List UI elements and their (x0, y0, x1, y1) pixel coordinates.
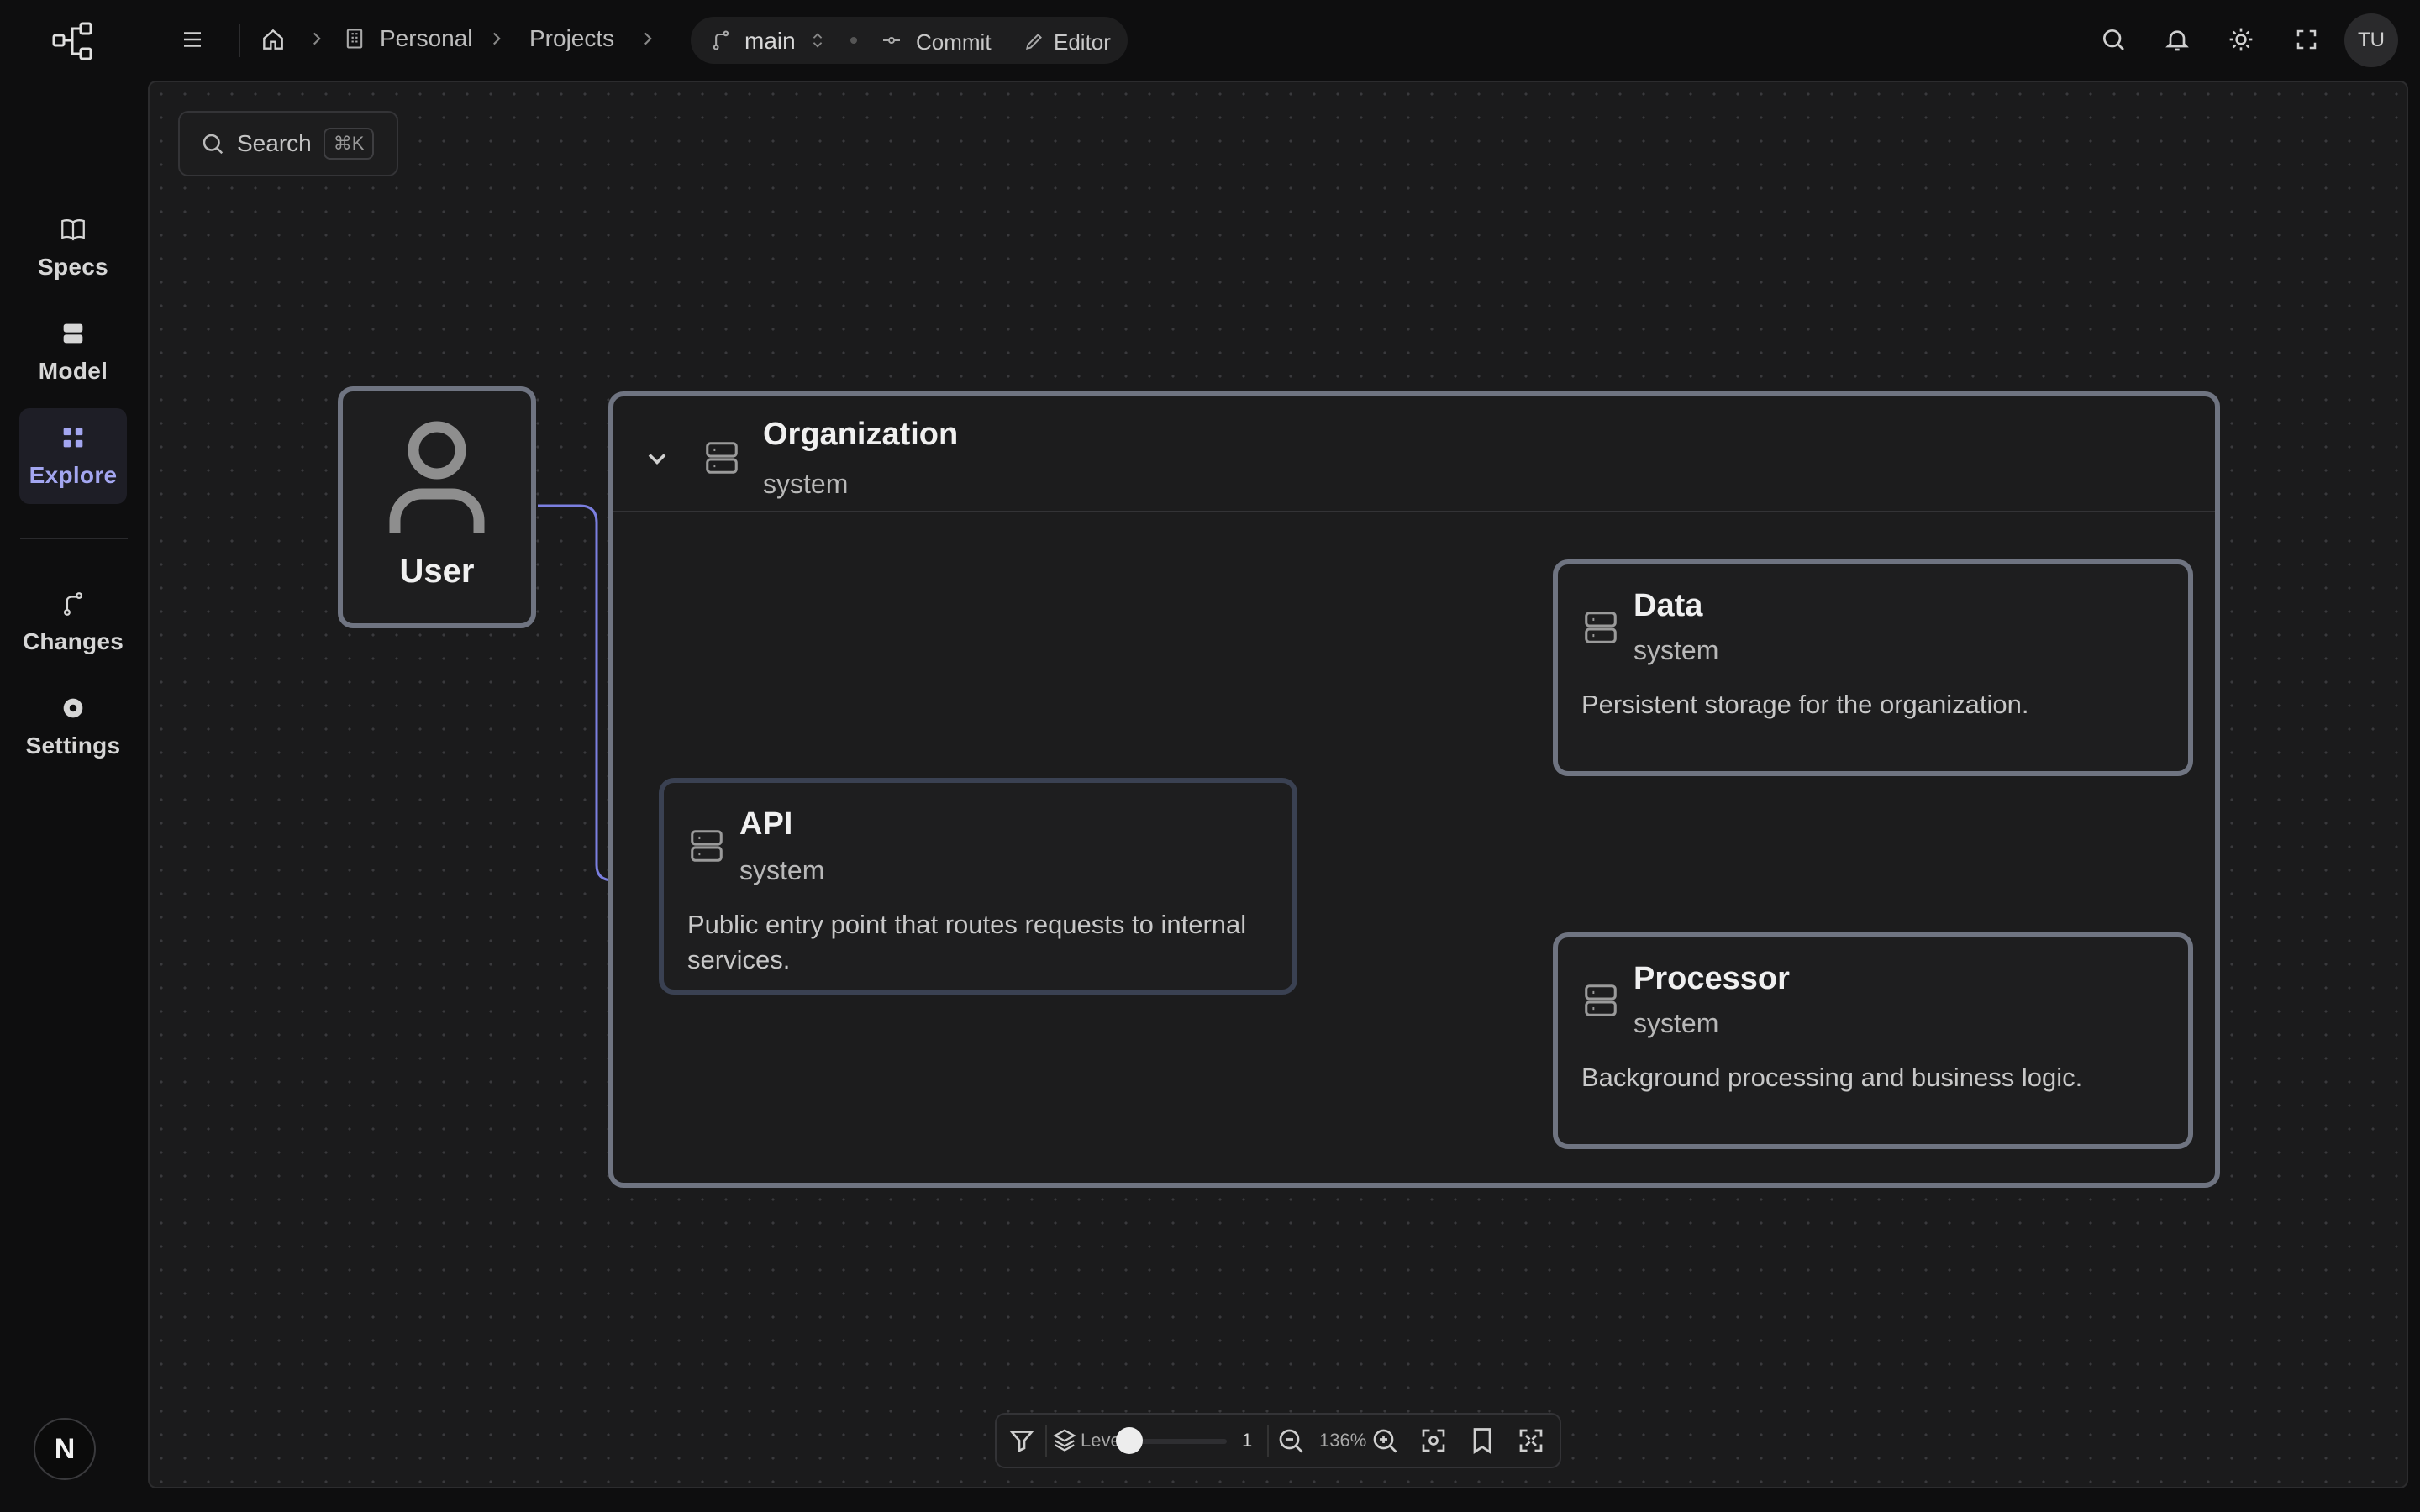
node-api[interactable]: API system Public entry point that route… (659, 778, 1297, 995)
zoom-out-icon[interactable] (1276, 1425, 1306, 1456)
node-kind: system (1634, 635, 1719, 665)
branch-selector[interactable]: main (744, 28, 796, 55)
database-icon (59, 319, 87, 348)
zoom-level: 136% (1319, 1430, 1367, 1451)
bookmark-icon[interactable] (1467, 1425, 1497, 1456)
topbar-divider (239, 24, 240, 57)
layers-icon (1052, 1427, 1077, 1452)
search-icon[interactable] (2089, 15, 2138, 64)
node-data[interactable]: Data system Persistent storage for the o… (1553, 559, 2193, 776)
git-branch-icon (59, 590, 87, 618)
building-icon (343, 27, 366, 50)
breadcrumb-personal[interactable]: Personal (380, 25, 473, 52)
app-logo-icon[interactable] (52, 22, 94, 60)
sidebar-item-label: Specs (38, 254, 108, 280)
node-processor[interactable]: Processor system Background processing a… (1553, 932, 2193, 1149)
bell-icon[interactable] (2153, 15, 2202, 64)
sidebar-item-label: Changes (22, 628, 124, 654)
chevron-right-icon (306, 28, 328, 50)
toolbar-divider (1267, 1425, 1269, 1457)
pencil-icon (1023, 30, 1045, 52)
fullscreen-icon[interactable] (2282, 15, 2331, 64)
chevron-right-icon (486, 28, 508, 50)
git-branch-icon (709, 29, 733, 52)
editor-button[interactable]: Editor (1054, 29, 1111, 55)
person-icon (387, 417, 487, 534)
sidebar-item-explore[interactable]: Explore (19, 408, 127, 504)
sidebar-divider (20, 538, 128, 539)
workspace-avatar[interactable]: N (34, 1418, 96, 1480)
node-title: Data (1634, 588, 1703, 623)
top-bar: Personal Projects (146, 0, 2420, 81)
commit-icon (881, 30, 902, 50)
sidebar-item-model[interactable]: Model (19, 304, 127, 400)
node-title: Processor (1634, 961, 1790, 996)
sidebar-item-label: Explore (29, 462, 118, 488)
container-header-divider (613, 511, 2215, 512)
node-description: Background processing and business logic… (1581, 1063, 2083, 1092)
node-title: Organization (763, 417, 959, 452)
diagram-canvas[interactable]: Search ⌘K User Organization system API s… (148, 81, 2408, 1488)
commit-button[interactable]: Commit (916, 29, 992, 55)
chevron-updown-icon[interactable] (808, 30, 827, 50)
sun-icon[interactable] (2217, 15, 2265, 64)
grid-icon (59, 423, 87, 452)
level-slider-handle[interactable] (1116, 1427, 1143, 1454)
node-description: Persistent storage for the organization. (1581, 690, 2029, 719)
server-icon (687, 827, 726, 865)
fit-view-icon[interactable] (1516, 1425, 1546, 1456)
focus-icon[interactable] (1418, 1425, 1449, 1456)
node-kind: system (763, 469, 849, 499)
node-title: API (739, 806, 793, 842)
sidebar: Specs Model Explore Changes Settings N (0, 0, 146, 1512)
node-user[interactable]: User (338, 386, 536, 628)
menu-icon[interactable] (168, 15, 217, 64)
filter-icon[interactable] (1007, 1425, 1037, 1456)
user-avatar[interactable]: TU (2344, 13, 2398, 67)
node-title: User (399, 553, 475, 590)
branch-bar: main Commit Editor (691, 17, 1128, 64)
sidebar-item-settings[interactable]: Settings (19, 679, 127, 774)
chevron-down-icon[interactable] (642, 444, 672, 474)
home-icon[interactable] (249, 15, 297, 64)
chevron-right-icon (637, 28, 659, 50)
sidebar-item-changes[interactable]: Changes (19, 575, 127, 670)
book-icon (59, 215, 87, 244)
gear-icon (59, 694, 87, 722)
server-icon (702, 438, 741, 477)
sidebar-item-label: Model (38, 358, 108, 384)
breadcrumb-projects[interactable]: Projects (529, 25, 614, 52)
toolbar-divider (1045, 1425, 1047, 1457)
node-kind: system (1634, 1008, 1719, 1038)
sidebar-item-specs[interactable]: Specs (19, 200, 127, 296)
node-description: Public entry point that routes requests … (687, 910, 1247, 974)
level-value: 1 (1242, 1430, 1253, 1451)
separator-dot (850, 37, 857, 44)
sidebar-item-label: Settings (25, 732, 121, 759)
server-icon (1581, 608, 1620, 647)
zoom-in-icon[interactable] (1370, 1425, 1400, 1456)
server-icon (1581, 981, 1620, 1020)
node-kind: system (739, 855, 825, 885)
canvas-toolbar: Level 1 136% (995, 1413, 1561, 1468)
